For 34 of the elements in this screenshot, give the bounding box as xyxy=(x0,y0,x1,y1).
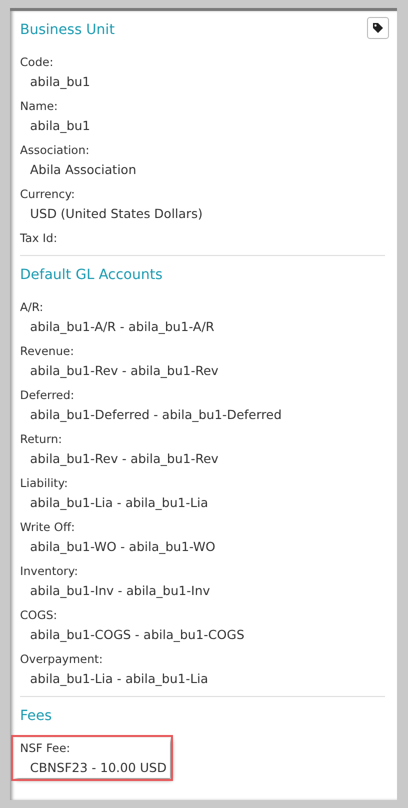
field-label: Deferred: xyxy=(20,387,76,404)
field-label: Liability: xyxy=(20,475,69,492)
tag-icon xyxy=(372,22,384,34)
field-value: abila_bu1 xyxy=(29,73,92,91)
field-label: Name: xyxy=(20,98,59,115)
field-label: A/R: xyxy=(20,299,44,316)
field-value: abila_bu1-WO - abila_bu1-WO xyxy=(29,538,216,556)
field-value: abila_bu1-Rev - abila_bu1-Rev xyxy=(29,450,220,468)
section-title: Fees xyxy=(20,708,52,724)
field-label: Currency: xyxy=(20,186,76,203)
field-value: abila_bu1-COGS - abila_bu1-COGS xyxy=(29,626,246,644)
field-label: Association: xyxy=(20,142,90,159)
section-title: Business Unit xyxy=(20,22,115,38)
field-label: Overpayment: xyxy=(20,651,104,668)
field-value: abila_bu1-Lia - abila_bu1-Lia xyxy=(29,670,210,688)
field-label: Tax Id: xyxy=(20,230,58,247)
field-value: USD (United States Dollars) xyxy=(29,205,204,223)
field-value: Abila Association xyxy=(29,161,138,179)
field-value: abila_bu1-Inv - abila_bu1-Inv xyxy=(29,582,212,600)
field-value: abila_bu1-A/R - abila_bu1-A/R xyxy=(29,318,216,336)
field-value: CBNSF23 - 10.00 USD xyxy=(29,759,168,777)
field-value: abila_bu1-Lia - abila_bu1-Lia xyxy=(29,494,210,512)
tag-button[interactable] xyxy=(367,17,389,39)
field-label: NSF Fee: xyxy=(20,740,72,757)
field-label: Code: xyxy=(20,54,54,71)
field-value: abila_bu1 xyxy=(29,117,92,135)
section-title: Default GL Accounts xyxy=(20,267,163,283)
field-value: abila_bu1-Rev - abila_bu1-Rev xyxy=(29,362,220,380)
field-label: COGS: xyxy=(20,607,58,624)
field-value: abila_bu1-Deferred - abila_bu1-Deferred xyxy=(29,406,283,424)
field-label: Inventory: xyxy=(20,563,79,580)
field-label: Write Off: xyxy=(20,519,76,536)
field-label: Revenue: xyxy=(20,343,75,360)
field-label: Return: xyxy=(20,431,64,448)
